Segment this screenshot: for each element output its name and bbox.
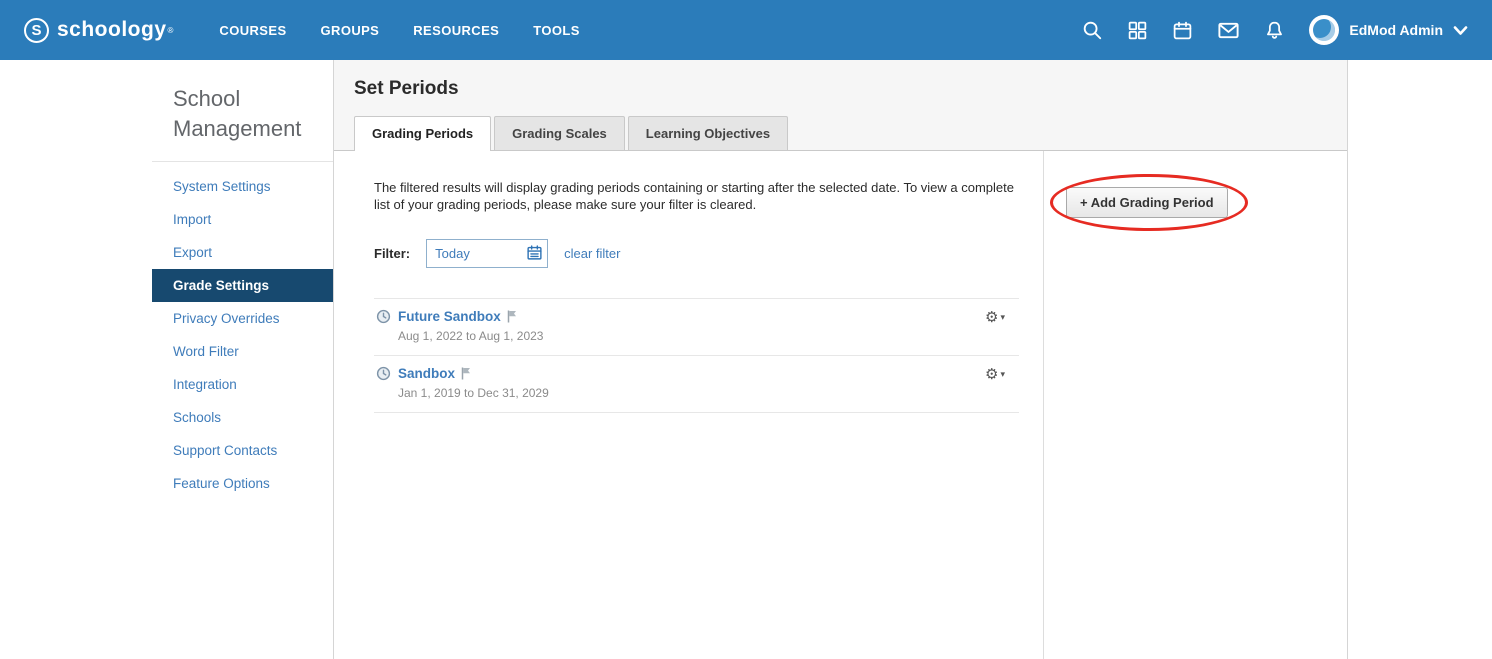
main-panel: Set Periods Grading Periods Grading Scal… [333,60,1348,659]
caret-down-icon: ▾ [1000,369,1005,380]
sidebar-item-schools[interactable]: Schools [152,401,333,434]
period-date-range: Jan 1, 2019 to Dec 31, 2029 [398,386,549,401]
sidebar-item-export[interactable]: Export [152,236,333,269]
sidebar-item-integration[interactable]: Integration [152,368,333,401]
sidebar-item-feature-options[interactable]: Feature Options [152,467,333,500]
filter-label: Filter: [374,246,411,262]
gear-icon: ⚙ [985,365,999,384]
nav-link-groups[interactable]: GROUPS [321,23,380,38]
period-row-head: Sandbox [376,366,1015,381]
user-menu-name[interactable]: EdMod Admin [1349,22,1443,38]
add-grading-period-button[interactable]: + Add Grading Period [1066,187,1228,218]
sidebar-title: School Management [173,86,302,141]
flag-icon [461,367,471,380]
tab-bar: Grading Periods Grading Scales Learning … [354,116,1327,151]
page-body: School Management System Settings Import… [0,60,1492,659]
sidebar-item-system-settings[interactable]: System Settings [152,170,333,203]
nav-link-resources[interactable]: RESOURCES [413,23,499,38]
navbar-right-cluster: EdMod Admin [1057,15,1468,45]
school-management-sidebar: School Management System Settings Import… [0,60,333,659]
grading-period-list: Future Sandbox ⚙ ▾ Aug 1, 2022 to Aug 1,… [374,298,1019,414]
flag-icon [507,310,517,323]
grading-period-row: Future Sandbox ⚙ ▾ Aug 1, 2022 to Aug 1,… [374,299,1019,357]
calendar-icon[interactable] [1172,20,1193,41]
brand-text: schoology [57,18,167,41]
sidebar-items: System Settings Import Export Grade Sett… [152,162,333,500]
date-picker-calendar-icon[interactable] [526,244,543,266]
nav-link-tools[interactable]: TOOLS [533,23,580,38]
main-header: Set Periods Grading Periods Grading Scal… [334,60,1347,151]
grading-period-icon [376,366,391,381]
nav-link-courses[interactable]: COURSES [219,23,286,38]
caret-down-icon: ▾ [1000,312,1005,323]
grading-period-row: Sandbox ⚙ ▾ Jan 1, 2019 to Dec 31, 2029 [374,356,1019,414]
apps-grid-icon[interactable] [1127,20,1148,41]
period-gear-menu-button[interactable]: ⚙ ▾ [985,310,1005,325]
primary-nav: COURSES GROUPS RESOURCES TOOLS [219,23,613,38]
actions-column: + Add Grading Period [1043,151,1381,659]
schoology-logo[interactable]: S schoology ® [24,17,174,43]
sidebar-item-grade-settings[interactable]: Grade Settings [152,269,333,303]
tab-learning-objectives[interactable]: Learning Objectives [627,116,789,150]
add-grading-period-wrap: + Add Grading Period [1050,174,1248,231]
user-avatar[interactable] [1309,15,1340,45]
period-name-link[interactable]: Future Sandbox [398,309,501,324]
sidebar-item-word-filter[interactable]: Word Filter [152,335,333,368]
period-row-head: Future Sandbox [376,309,1015,324]
page-title: Set Periods [354,78,459,99]
brand-trademark: ® [167,25,174,35]
period-name-link[interactable]: Sandbox [398,366,455,381]
date-filter-wrap [426,239,549,269]
chevron-down-icon[interactable] [1453,25,1468,36]
grading-period-icon [376,309,391,324]
schoology-s-icon: S [24,17,49,43]
filter-description-text: The filtered results will display gradin… [374,180,1014,213]
gear-icon: ⚙ [985,308,999,327]
tab-grading-periods[interactable]: Grading Periods [354,116,492,151]
period-gear-menu-button[interactable]: ⚙ ▾ [985,367,1005,382]
top-navbar: S schoology ® COURSES GROUPS RESOURCES T… [0,0,1492,60]
grading-periods-content: The filtered results will display gradin… [334,151,1043,659]
sidebar-item-import[interactable]: Import [152,203,333,236]
sidebar-item-privacy-overrides[interactable]: Privacy Overrides [152,302,333,335]
period-date-range: Aug 1, 2022 to Aug 1, 2023 [398,329,544,344]
tab-grading-scales[interactable]: Grading Scales [494,116,625,150]
notifications-bell-icon[interactable] [1264,19,1285,41]
search-icon[interactable] [1081,19,1103,41]
clear-filter-link[interactable]: clear filter [564,246,620,261]
messages-icon[interactable] [1217,19,1240,42]
right-gutter [1348,60,1492,659]
sidebar-item-support-contacts[interactable]: Support Contacts [152,434,333,467]
tab-content: The filtered results will display gradin… [334,151,1347,659]
avatar-image [1313,19,1336,41]
filter-row: Filter: clear filter [374,239,1019,269]
sidebar-inner: School Management System Settings Import… [152,60,333,500]
